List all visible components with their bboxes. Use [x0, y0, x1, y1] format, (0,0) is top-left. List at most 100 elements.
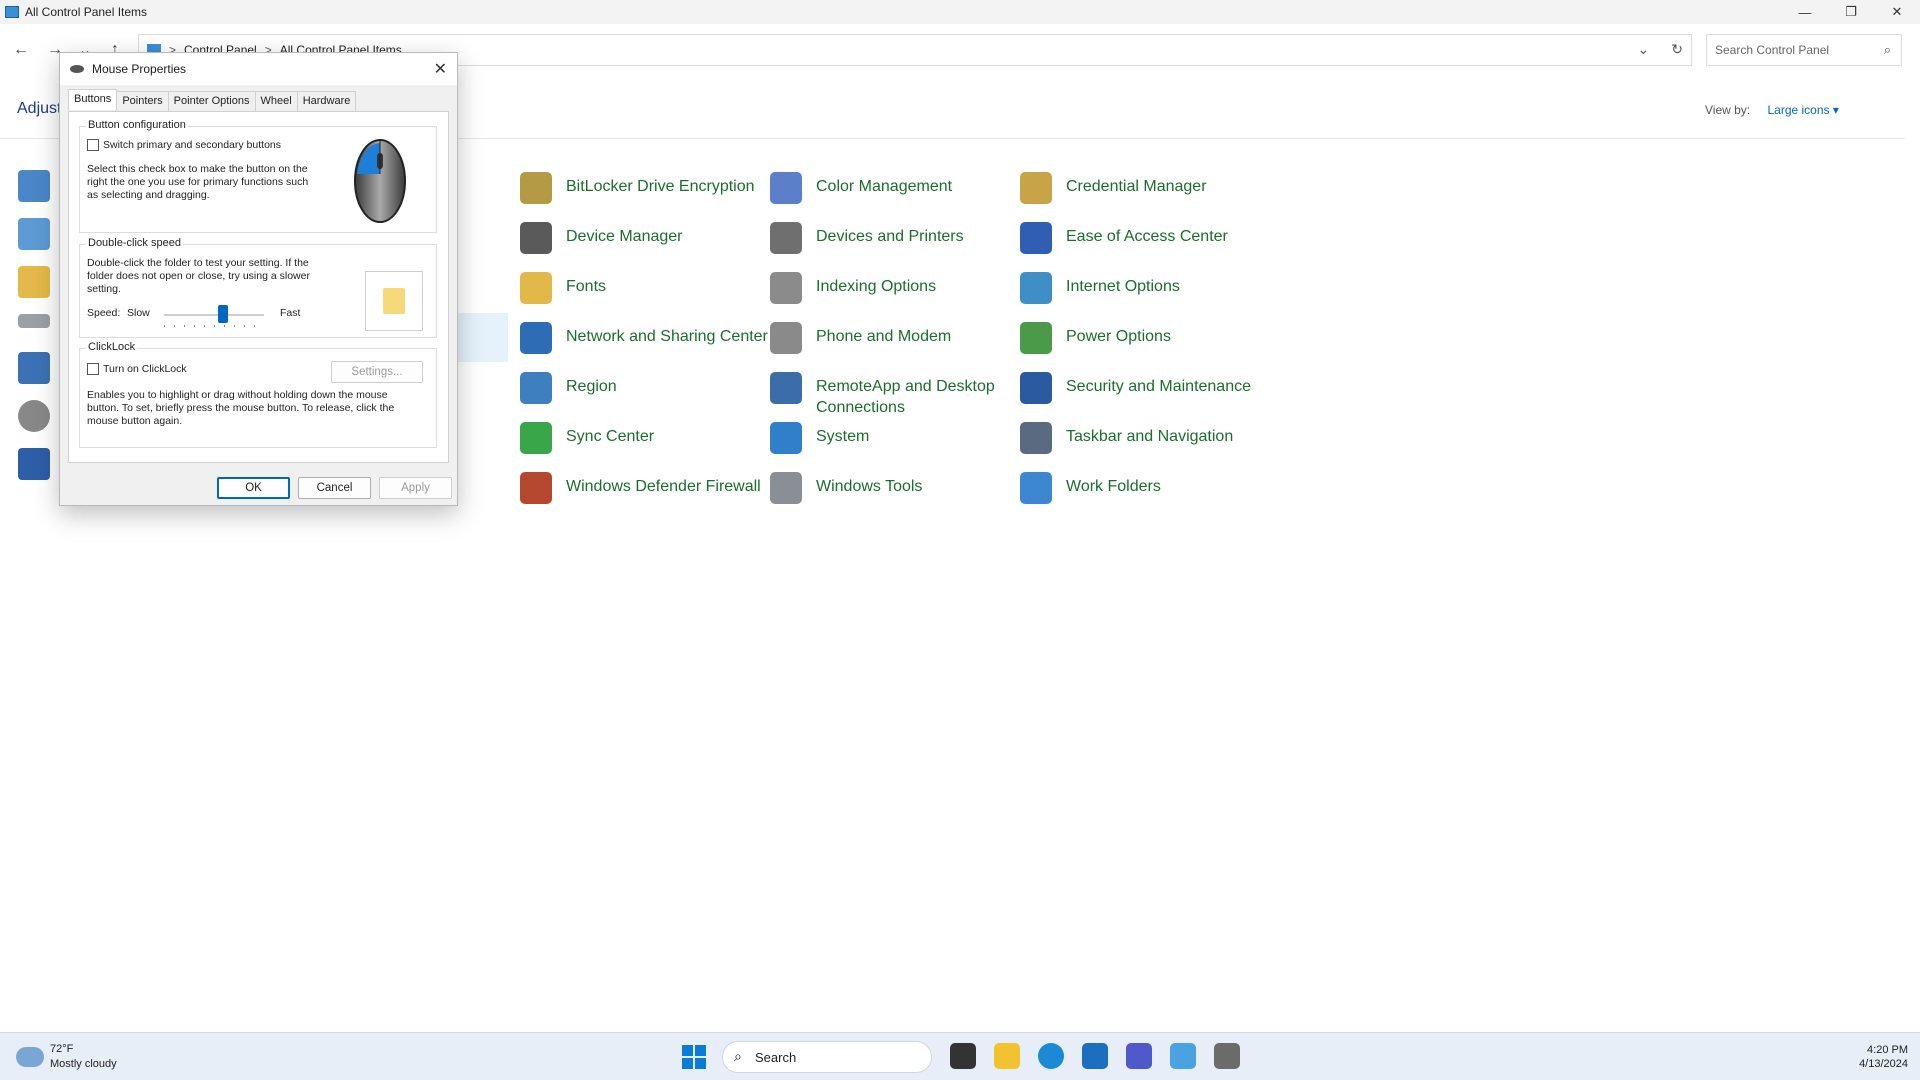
cp-item[interactable]: BitLocker Drive Encryption [520, 172, 770, 204]
cp-item[interactable]: RemoteApp and Desktop Connections [770, 372, 1020, 418]
tab-pointers[interactable]: Pointers [116, 91, 169, 112]
region-icon [520, 372, 552, 404]
cancel-button[interactable]: Cancel [298, 477, 371, 499]
tab-hardware[interactable]: Hardware [296, 91, 357, 112]
programs-features-icon[interactable] [18, 352, 50, 384]
cp-item[interactable]: Color Management [770, 172, 1020, 204]
file-explorer-options-icon[interactable] [18, 266, 50, 298]
user-accounts-icon[interactable] [18, 448, 50, 480]
weather-temp: 72°F [50, 1043, 74, 1055]
cp-item-label: Phone and Modem [816, 328, 952, 345]
fonts-icon [520, 272, 552, 304]
start-tile [682, 1058, 693, 1069]
cp-item[interactable]: Power Options [1020, 322, 1270, 354]
control-panel-taskbar-icon[interactable] [1170, 1043, 1196, 1069]
cp-item[interactable]: Security and Maintenance [1020, 372, 1270, 404]
cp-item-label: Indexing Options [816, 278, 937, 295]
start-tile [682, 1045, 693, 1056]
cp-item-label: Ease of Access Center [1066, 228, 1228, 245]
cp-item-label: Fonts [566, 278, 607, 295]
cp-item-label: Region [566, 378, 617, 395]
speed-slow-label: Slow [127, 307, 150, 319]
cp-item-label: Power Options [1066, 328, 1171, 345]
clicklock-settings-button[interactable]: Settings... [331, 361, 423, 383]
refresh-icon[interactable]: ↻ [1671, 41, 1683, 58]
search-icon[interactable]: ⌕ [1884, 42, 1891, 58]
cp-item-label: System [816, 428, 870, 445]
cp-item[interactable]: System [770, 422, 1020, 454]
cp-item[interactable]: Taskbar and Navigation [1020, 422, 1270, 454]
button-configuration-label: Button configuration [86, 119, 188, 131]
date-time-icon[interactable] [18, 218, 50, 250]
windows-tools-icon [770, 472, 802, 504]
indexing-icon [770, 272, 802, 304]
back-button[interactable]: ← [9, 38, 33, 62]
slider-thumb[interactable] [218, 305, 228, 323]
slider-track [164, 314, 264, 316]
taskbar-search[interactable]: ⌕ Search [722, 1041, 932, 1073]
close-window-button[interactable]: ✕ [1874, 0, 1920, 24]
cp-item[interactable]: Internet Options [1020, 272, 1270, 304]
double-click-speed-group: Double-click speed Double-click the fold… [79, 237, 437, 338]
cp-item[interactable]: Device Manager [520, 222, 770, 254]
task-view-icon[interactable] [950, 1043, 976, 1069]
cloud-icon [16, 1047, 44, 1067]
search-placeholder: Search Control Panel [1715, 43, 1830, 57]
cp-item[interactable]: Phone and Modem [770, 322, 1020, 354]
cp-item-label: Devices and Printers [816, 228, 964, 245]
internet-options-icon [1020, 272, 1052, 304]
cp-item[interactable]: Windows Tools [770, 472, 1020, 504]
cp-item[interactable]: Windows Defender Firewall [520, 472, 770, 504]
cp-item[interactable]: Work Folders [1020, 472, 1270, 504]
switch-buttons-row[interactable]: Switch primary and secondary buttons [87, 139, 281, 152]
autoplay-icon[interactable] [18, 170, 50, 202]
switch-buttons-label: Switch primary and secondary buttons [103, 139, 282, 151]
clicklock-row[interactable]: Turn on ClickLock [87, 363, 187, 376]
cp-item-label: Color Management [816, 178, 953, 195]
cp-item[interactable]: Credential Manager [1020, 172, 1270, 204]
cp-item-label: Credential Manager [1066, 178, 1207, 195]
teams-icon[interactable] [1126, 1043, 1152, 1069]
dialog-close-button[interactable]: ✕ [434, 59, 447, 79]
switch-buttons-checkbox[interactable] [87, 139, 99, 152]
maximize-button[interactable]: ❐ [1828, 0, 1874, 24]
double-click-speed-slider[interactable] [164, 305, 264, 327]
file-explorer-icon[interactable] [994, 1043, 1020, 1069]
search-input[interactable]: Search Control Panel ⌕ [1706, 34, 1902, 66]
cp-item-label: Device Manager [566, 228, 683, 245]
cp-item[interactable]: Ease of Access Center [1020, 222, 1270, 254]
mouse-illustration [328, 129, 432, 230]
keyboard-icon[interactable] [18, 314, 50, 328]
edge-icon[interactable] [1038, 1043, 1064, 1069]
cp-item[interactable]: Region [520, 372, 770, 404]
cp-item-label: Windows Tools [816, 478, 923, 495]
weather-widget[interactable]: 72°F Mostly cloudy [16, 1042, 117, 1072]
tab-wheel[interactable]: Wheel [254, 91, 298, 112]
taskbar-search-icon: ⌕ [734, 1048, 742, 1064]
cp-item-label: Internet Options [1066, 278, 1180, 295]
buttons-tab-panel: Button configuration Switch primary and … [68, 111, 449, 463]
ok-button[interactable]: OK [217, 477, 290, 499]
cp-item[interactable]: Fonts [520, 272, 770, 304]
view-by-dropdown[interactable]: Large icons ▾ [1767, 103, 1838, 117]
store-icon[interactable] [1082, 1043, 1108, 1069]
cp-item[interactable]: Sync Center [520, 422, 770, 454]
tab-buttons[interactable]: Buttons [68, 89, 118, 110]
minimize-button[interactable]: — [1782, 0, 1828, 24]
network-icon [520, 322, 552, 354]
address-dropdown-icon[interactable]: ⌄ [1638, 41, 1650, 58]
cp-item[interactable]: Devices and Printers [770, 222, 1020, 254]
tab-pointer-options[interactable]: Pointer Options [167, 91, 256, 112]
test-folder-icon[interactable] [383, 288, 405, 314]
double-click-description: Double-click the folder to test your set… [87, 257, 310, 295]
clicklock-checkbox[interactable] [87, 363, 99, 376]
apply-button[interactable]: Apply [379, 477, 452, 499]
start-button[interactable] [682, 1045, 706, 1069]
sound-icon[interactable] [18, 400, 50, 432]
cp-item[interactable]: Network and Sharing Center [520, 322, 770, 354]
test-folder-area[interactable] [365, 271, 423, 331]
mouse-properties-taskbar-icon[interactable] [1214, 1043, 1240, 1069]
cp-item[interactable]: Indexing Options [770, 272, 1020, 304]
view-by: View by: Large icons ▾ [1705, 103, 1839, 117]
system-tray-clock[interactable]: 4:20 PM 4/13/2024 [1859, 1043, 1908, 1071]
